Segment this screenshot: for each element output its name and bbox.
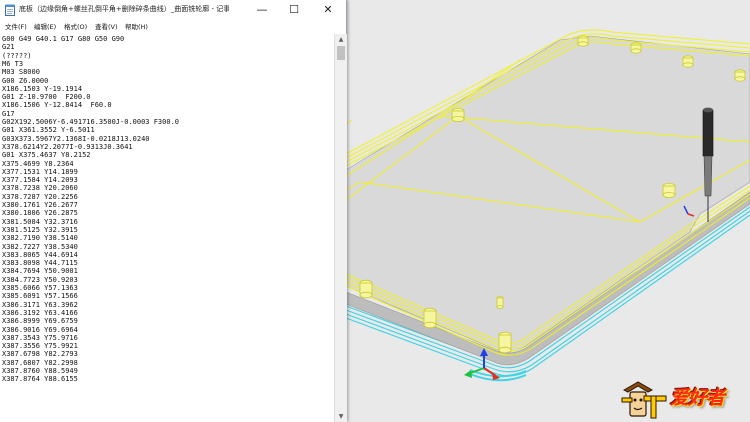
- notepad-window[interactable]: 底板（边缘倒角+螺丝孔倒平角+删除碎条曲线）_曲面铣轮廓 - 记事本 — ☐ ✕…: [0, 0, 347, 422]
- scroll-up-arrow-icon[interactable]: ▲: [335, 34, 347, 45]
- mujiang-aihaozhe-logo: 爱好者: [618, 378, 748, 420]
- code-line: X375.4699 Y8.2364: [2, 159, 74, 168]
- code-line: G01 X375.4637 Y8.2152: [2, 151, 91, 160]
- scroll-down-arrow-icon[interactable]: ▼: [335, 411, 347, 422]
- code-line: X378.7287 Y20.2256: [2, 192, 78, 201]
- menu-bar: 文件(F) 编辑(E) 格式(O) 查看(V) 帮助(H): [0, 20, 346, 35]
- code-line: X385.6066 Y57.1363: [2, 284, 78, 292]
- code-line: X385.6091 Y57.1566: [2, 292, 78, 301]
- title-bar[interactable]: 底板（边缘倒角+螺丝孔倒平角+删除碎条曲线）_曲面铣轮廓 - 记事本 — ☐ ✕: [0, 0, 346, 20]
- code-line: X387.6798 Y82.2793: [2, 350, 78, 359]
- close-button[interactable]: ✕: [314, 0, 342, 20]
- code-line: G21: [2, 43, 15, 52]
- code-line: X387.8764 Y88.6155: [2, 375, 78, 384]
- screw-hole: [451, 108, 465, 123]
- screw-hole: [359, 279, 373, 299]
- window-title: 底板（边缘倒角+螺丝孔倒平角+删除碎条曲线）_曲面铣轮廓 - 记事本: [19, 5, 229, 13]
- maximize-button[interactable]: ☐: [280, 0, 308, 20]
- carpenter-character-logo-icon: [621, 381, 667, 419]
- minimize-button[interactable]: —: [248, 0, 276, 20]
- code-line: (?????): [2, 51, 32, 60]
- code-line: X386.3171 Y63.3962: [2, 300, 78, 309]
- screw-hole: [577, 35, 589, 47]
- code-line: X387.3543 Y75.9716: [2, 333, 78, 342]
- code-line: X386.8999 Y69.6759: [2, 317, 78, 326]
- code-line: X186.1506 Y-12.8414 F60.0: [2, 101, 112, 110]
- close-icon: ✕: [323, 3, 333, 16]
- code-line: G01 X361.3552 Y-6.5011: [2, 126, 95, 135]
- scroll-thumb[interactable]: [337, 46, 345, 60]
- code-line: X387.3556 Y75.9921: [2, 342, 78, 351]
- screw-hole: [498, 331, 512, 354]
- menu-format[interactable]: 格式(O): [64, 22, 87, 32]
- code-line: X186.1503 Y-19.1914: [2, 84, 83, 93]
- logo-text: 爱好者: [670, 387, 725, 409]
- code-line: G17: [2, 109, 15, 118]
- maximize-icon: ☐: [289, 3, 299, 16]
- screw-hole: [423, 307, 437, 329]
- code-line: X386.9016 Y69.6964: [2, 325, 78, 334]
- screw-hole: [630, 42, 642, 54]
- code-line: X378.7238 Y20.2060: [2, 184, 78, 193]
- code-line: X387.6807 Y82.2998: [2, 358, 78, 367]
- code-line: X381.5084 Y32.3716: [2, 217, 78, 226]
- screw-hole: [662, 182, 676, 198]
- code-line: X384.7723 Y50.9203: [2, 275, 78, 284]
- code-line: G00 G49 G40.1 G17 G80 G50 G90: [2, 35, 125, 43]
- minimize-icon: —: [256, 3, 268, 16]
- vertical-scrollbar[interactable]: ▲ ▼: [334, 34, 347, 422]
- menu-edit[interactable]: 编辑(E): [34, 22, 56, 32]
- code-line: M03 S8000: [2, 68, 40, 77]
- code-line: X382.7190 Y38.5140: [2, 234, 78, 243]
- code-line: X377.1584 Y14.2093: [2, 176, 78, 185]
- screw-hole: [496, 296, 504, 309]
- code-line: X377.1531 Y14.1899: [2, 167, 78, 176]
- code-line: X387.8760 Y88.5949: [2, 367, 78, 375]
- code-line: M6 T3: [2, 59, 24, 68]
- menu-view[interactable]: 查看(V): [95, 22, 118, 32]
- code-line: G01 Z-10.9700 F200.0: [2, 93, 91, 102]
- code-line: X383.8065 Y44.6914: [2, 250, 78, 259]
- code-line: G00 Z6.0000: [2, 76, 49, 85]
- notepad-app-icon: [5, 4, 15, 16]
- code-line: X383.8098 Y44.7115: [2, 259, 78, 268]
- code-line: X381.5125 Y32.3915: [2, 225, 78, 234]
- text-editor-area[interactable]: G00 G49 G40.1 G17 G80 G50 G90 G21 (?????) M…: [0, 34, 334, 422]
- code-line: X382.7227 Y38.5340: [2, 242, 78, 251]
- code-line: X380.1761 Y26.2677: [2, 201, 78, 209]
- menu-help[interactable]: 帮助(H): [125, 22, 148, 32]
- code-line: X378.6214Y2.2077I-0.9313J0.3641: [2, 142, 133, 151]
- screw-hole: [682, 55, 694, 68]
- code-line: X384.7694 Y50.9001: [2, 267, 78, 276]
- screw-hole: [734, 69, 746, 82]
- code-line: G02X192.5006Y-6.491716.3500J-0.0003 F300…: [2, 118, 180, 126]
- code-line: X386.3192 Y63.4166: [2, 308, 78, 317]
- menu-file[interactable]: 文件(F): [5, 22, 27, 32]
- code-line: X380.1806 Y26.2875: [2, 209, 78, 218]
- code-line: G03X373.5967Y2.1368I-0.0218J13.0240: [2, 134, 150, 143]
